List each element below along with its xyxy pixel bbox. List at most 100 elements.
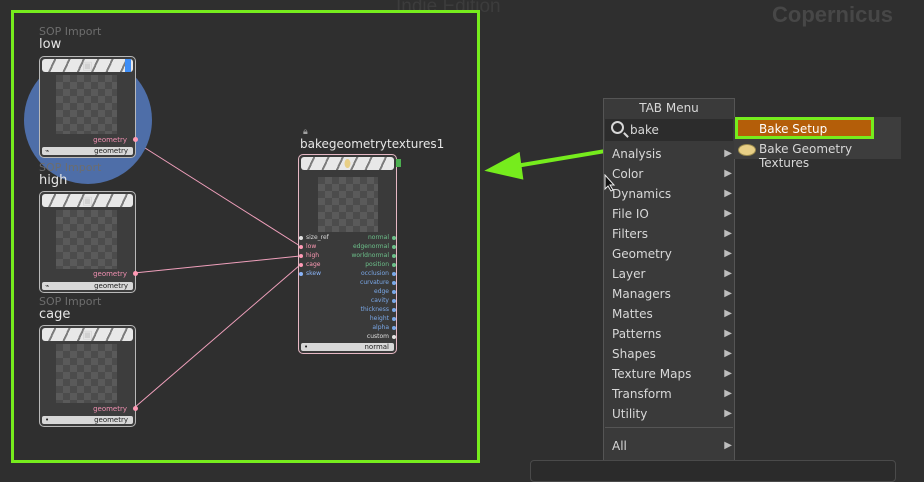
submenu-arrow-icon: ▶ — [724, 148, 732, 159]
node-name-label: high — [39, 173, 68, 188]
input-port[interactable]: high — [299, 252, 319, 260]
bottom-input-field[interactable] — [530, 460, 896, 482]
output-port-dot[interactable] — [392, 254, 396, 258]
menu-item[interactable]: Dynamics ▶ — [612, 185, 732, 203]
output-port[interactable]: edge — [374, 288, 396, 296]
bake-icon: ⬮ — [344, 157, 351, 170]
output-flag[interactable] — [396, 159, 401, 167]
node-name-label: low — [39, 37, 62, 52]
submenu-arrow-icon: ▶ — [724, 440, 732, 451]
display-flag[interactable] — [125, 59, 131, 72]
output-port[interactable]: edgenormal — [352, 243, 396, 251]
menu-item[interactable]: Managers ▶ — [612, 285, 732, 303]
output-port[interactable]: position — [365, 261, 396, 269]
node-footer: ⌁ geometry — [42, 282, 133, 290]
menu-item-label: Patterns — [612, 327, 662, 341]
menu-item-label: Mattes — [612, 307, 653, 321]
output-port[interactable]: cavity — [371, 297, 396, 305]
menu-item[interactable]: Texture Maps ▶ — [612, 365, 732, 383]
node-name-label: cage — [39, 307, 71, 322]
output-port[interactable]: normal — [367, 234, 396, 242]
tab-menu-search[interactable]: bake — [605, 119, 733, 141]
node-body[interactable]: ▣ geometry ⌁ geometry — [39, 191, 138, 293]
menu-item-label: Dynamics — [612, 187, 672, 201]
node-footer-label: geometry — [94, 282, 128, 290]
output-port-label: geometry — [93, 136, 127, 144]
menu-item[interactable]: Layer ▶ — [612, 265, 732, 283]
output-port-dot[interactable] — [392, 290, 396, 294]
menu-item[interactable]: Color ▶ — [612, 165, 732, 183]
output-port-label: edgenormal — [352, 243, 389, 250]
menu-item[interactable]: Transform ▶ — [612, 385, 732, 403]
menu-item[interactable]: Filters ▶ — [612, 225, 732, 243]
menu-item[interactable]: Patterns ▶ — [612, 325, 732, 343]
tab-menu[interactable]: TAB Menu bake Analysis ▶ Color ▶ Dynamics ▶ Fi… — [603, 98, 735, 471]
output-port-dot[interactable] — [392, 299, 396, 303]
output-port-dot[interactable] — [392, 236, 396, 240]
output-port-label: alpha — [372, 324, 389, 331]
menu-item-bake-geometry-textures[interactable]: Bake Geometry Textures — [738, 141, 901, 170]
menu-item-bake-setup[interactable]: Bake Setup — [735, 117, 874, 139]
menu-item[interactable]: Utility ▶ — [612, 405, 732, 423]
output-port-label: height — [369, 315, 389, 322]
input-port-dot[interactable] — [299, 263, 303, 267]
input-port-dot[interactable] — [299, 254, 303, 258]
output-port-dot[interactable] — [392, 335, 396, 339]
input-port[interactable]: size_ref — [299, 234, 329, 242]
output-port[interactable]: occlusion — [361, 270, 396, 278]
submenu-arrow-icon: ▶ — [724, 368, 732, 379]
node-body[interactable]: ▣ geometry • geometry — [39, 325, 138, 427]
submenu-arrow-icon: ▶ — [724, 328, 732, 339]
output-port[interactable] — [133, 271, 138, 276]
node-thumbnail — [318, 177, 378, 232]
output-port[interactable]: alpha — [372, 324, 396, 332]
input-port-dot[interactable] — [299, 245, 303, 249]
output-port-label: worldnormal — [351, 252, 389, 259]
pin-icon: ⌁ — [45, 147, 50, 155]
bake-geometry-textures-node[interactable]: ⬮ size_ref low high cage skew normal edgenorm… — [298, 154, 401, 354]
input-port[interactable]: cage — [299, 261, 320, 269]
output-port[interactable]: height — [369, 315, 396, 323]
input-port-dot[interactable] — [299, 236, 303, 240]
input-port[interactable]: low — [299, 243, 316, 251]
menu-item[interactable]: Mattes ▶ — [612, 305, 732, 323]
output-port-label: position — [365, 261, 389, 268]
menu-item[interactable]: File IO ▶ — [612, 205, 732, 223]
node-footer: • geometry — [42, 416, 133, 424]
output-port-dot[interactable] — [392, 308, 396, 312]
output-port[interactable] — [133, 137, 138, 142]
node-header[interactable]: ▣ — [42, 328, 133, 341]
output-port-dot[interactable] — [392, 317, 396, 321]
output-port-label: thickness — [360, 306, 389, 313]
menu-item-label: Shapes — [612, 347, 656, 361]
menu-item-label: Transform — [612, 387, 672, 401]
menu-item[interactable]: Shapes ▶ — [612, 345, 732, 363]
menu-item-all[interactable]: All ▶ — [612, 437, 732, 455]
node-header[interactable]: ⬮ — [301, 157, 394, 170]
output-port-dot[interactable] — [392, 272, 396, 276]
menu-item-label: Geometry — [612, 247, 672, 261]
menu-item[interactable]: Geometry ▶ — [612, 245, 732, 263]
output-port-label: normal — [367, 234, 389, 241]
output-port[interactable]: worldnormal — [351, 252, 396, 260]
menu-item[interactable]: Analysis ▶ — [612, 145, 732, 163]
input-port[interactable]: skew — [299, 270, 321, 278]
menu-item-label: Color — [612, 167, 644, 181]
output-port[interactable]: custom — [367, 333, 396, 341]
output-port-dot[interactable] — [392, 281, 396, 285]
output-port-dot[interactable] — [392, 326, 396, 330]
output-port[interactable] — [133, 406, 138, 411]
output-port-dot[interactable] — [392, 245, 396, 249]
output-port[interactable]: thickness — [360, 306, 396, 314]
menu-item-label: Layer — [612, 267, 646, 281]
menu-item-label: Analysis — [612, 147, 662, 161]
pin-icon: ⌁ — [45, 282, 50, 290]
node-body[interactable]: ▣ geometry ⌁ geometry — [39, 56, 138, 158]
search-input[interactable]: bake — [630, 123, 659, 137]
output-port[interactable]: curvature — [360, 279, 396, 287]
output-port-label: curvature — [360, 279, 389, 286]
output-port-dot[interactable] — [392, 263, 396, 267]
node-header[interactable]: ▣ — [42, 194, 133, 207]
node-header[interactable]: ▣ — [42, 59, 133, 72]
input-port-dot[interactable] — [299, 272, 303, 276]
